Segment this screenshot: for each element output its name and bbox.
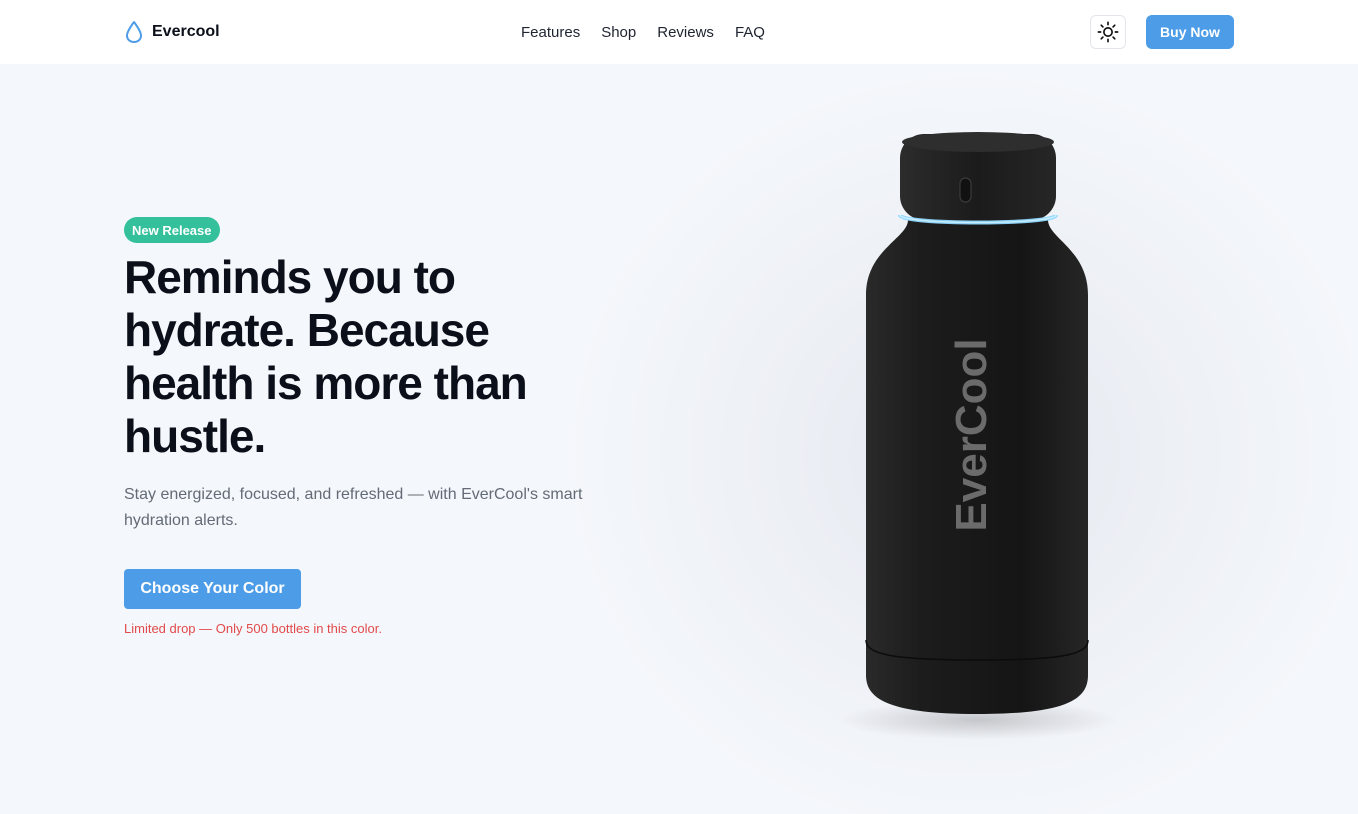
top-navbar: Evercool Features Shop Reviews FAQ Buy N… [0,0,1358,64]
new-release-badge: New Release [124,217,220,243]
water-drop-icon [126,21,142,43]
nav-link-features[interactable]: Features [521,24,580,41]
buy-now-button[interactable]: Buy Now [1146,15,1234,49]
nav-link-faq[interactable]: FAQ [735,24,765,41]
cap-button [959,177,972,203]
limited-drop-note: Limited drop — Only 500 bottles in this … [124,621,382,636]
bottle-brand-text: EverCool [947,338,996,531]
brand-name: Evercool [152,23,220,40]
hero-headline: Reminds you to hydrate. Because health i… [124,251,528,462]
cap-top [902,132,1054,152]
choose-color-button[interactable]: Choose Your Color [124,569,301,609]
sun-icon [1097,21,1119,43]
bottle-image: EverCool [838,132,1118,740]
nav-link-shop[interactable]: Shop [601,24,636,41]
nav-link-reviews[interactable]: Reviews [657,24,714,41]
brand-logo[interactable]: Evercool [124,18,220,46]
theme-toggle-button[interactable] [1090,15,1126,49]
main-nav: Features Shop Reviews FAQ [521,20,765,44]
hero-subtext: Stay energized, focused, and refreshed —… [124,486,583,529]
